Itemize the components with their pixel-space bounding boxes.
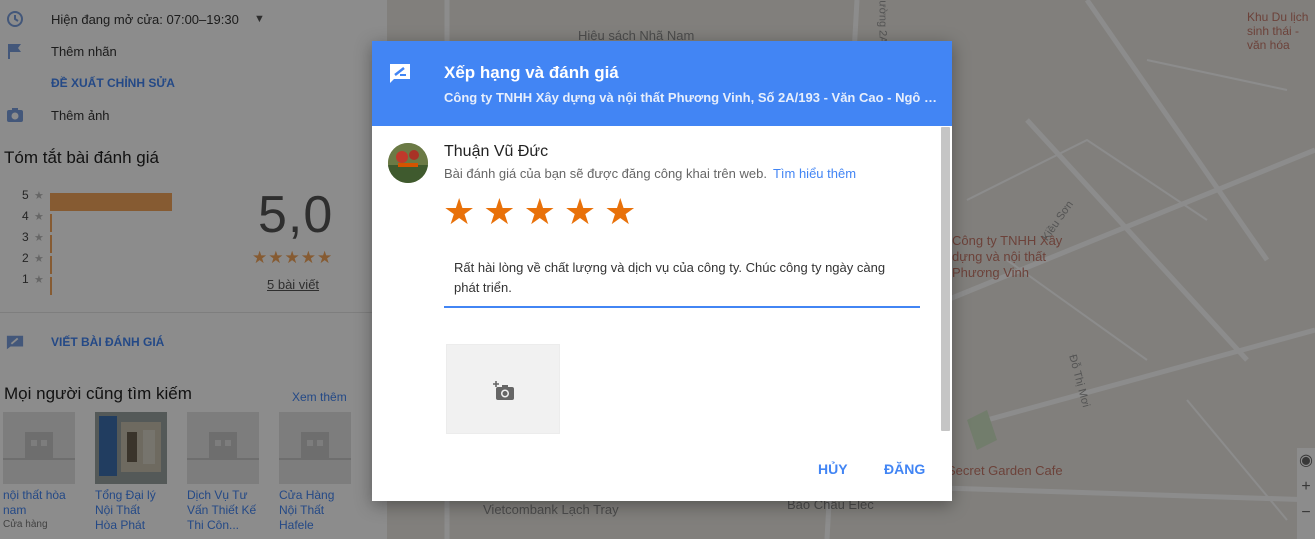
- star-1-icon[interactable]: ★: [443, 192, 475, 232]
- add-photo-button[interactable]: [446, 344, 560, 434]
- review-text[interactable]: Rất hài lòng về chất lượng và dịch vụ củ…: [454, 258, 904, 298]
- star-rating-input[interactable]: ★ ★ ★ ★ ★: [443, 192, 636, 232]
- dialog-header: Xếp hạng và đánh giá Công ty TNHH Xây dự…: [372, 41, 952, 126]
- learn-more-link[interactable]: Tìm hiểu thêm: [773, 166, 856, 181]
- dialog-subtitle: Công ty TNHH Xây dựng và nội thất Phương…: [444, 90, 938, 105]
- user-name: Thuận Vũ Đức: [444, 143, 549, 160]
- post-button[interactable]: ĐĂNG: [884, 461, 925, 477]
- dialog-body: Thuận Vũ Đức Bài đánh giá của bạn sẽ đượ…: [372, 126, 952, 501]
- star-2-icon[interactable]: ★: [483, 192, 515, 232]
- cancel-button[interactable]: HỦY: [818, 461, 848, 477]
- star-3-icon[interactable]: ★: [524, 192, 556, 232]
- rate-review-icon: [390, 64, 410, 83]
- review-textarea[interactable]: Rất hài lòng về chất lượng và dịch vụ củ…: [444, 248, 920, 308]
- star-4-icon[interactable]: ★: [564, 192, 596, 232]
- dialog-title: Xếp hạng và đánh giá: [444, 63, 619, 82]
- star-5-icon[interactable]: ★: [604, 192, 636, 232]
- rate-review-dialog: Xếp hạng và đánh giá Công ty TNHH Xây dự…: [372, 41, 952, 501]
- add-photo-icon: [493, 381, 514, 400]
- public-notice: Bài đánh giá của bạn sẽ được đăng công k…: [444, 166, 856, 181]
- public-notice-text: Bài đánh giá của bạn sẽ được đăng công k…: [444, 166, 767, 181]
- user-photo: [388, 143, 428, 183]
- avatar: [388, 143, 428, 183]
- dialog-scrollbar[interactable]: [941, 127, 950, 431]
